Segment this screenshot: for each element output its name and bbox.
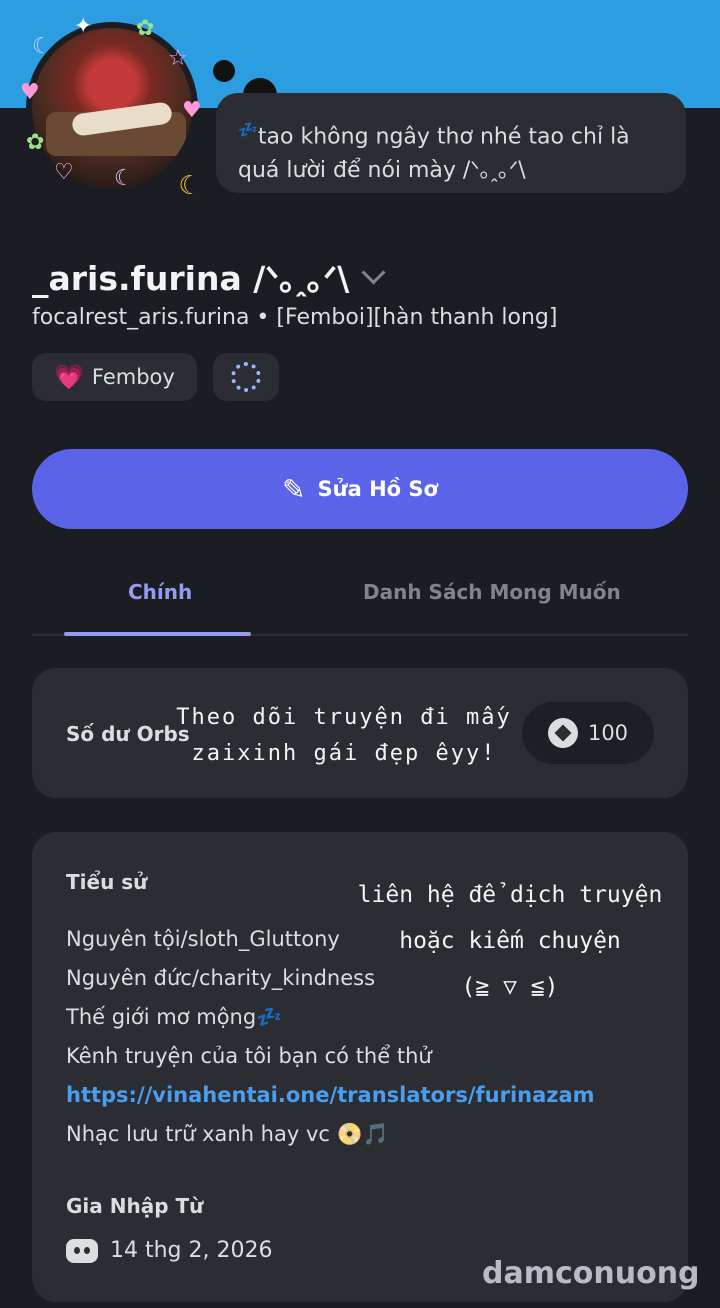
edit-profile-label: Sửa Hồ Sơ <box>317 477 438 501</box>
bio-line: Nhạc lưu trữ xanh hay vc 📀🎵 <box>66 1122 389 1146</box>
tab-wishlist[interactable]: Danh Sách Mong Muốn <box>363 580 621 604</box>
heart-icon: 💗 <box>54 363 84 391</box>
pencil-icon: ✎ <box>282 472 306 506</box>
joined-row: 14 thg 2, 2026 <box>66 1238 273 1263</box>
star-outline-deco-icon: ☆ <box>168 46 188 71</box>
bio-line: Nguyên đức/charity_kindness <box>66 966 376 990</box>
laurel-icon <box>230 362 261 392</box>
note-line: liên hệ để dịch truyện <box>357 882 663 908</box>
bio-line: Thế giới mơ mộng💤 <box>66 1005 283 1029</box>
orbs-balance: 100 <box>587 721 629 745</box>
bio-line: Nguyên tội/sloth_Gluttony <box>66 927 340 951</box>
bio-title: Tiểu sử <box>66 870 148 894</box>
bio-line: Kênh truyện của tôi bạn có thể thử <box>66 1044 432 1068</box>
avatar-container[interactable]: ☾ ✦ ✿ ☆ ♥ ♥ ✿ ♡ ☾ ☾ <box>18 14 212 208</box>
name-row[interactable]: _aris.furina /ᐠ｡ꞈ｡ᐟ\ <box>32 252 386 300</box>
orbs-handwritten-note: Theo dõi truyện đi mấy zaixinh gái đẹp ê… <box>176 705 512 766</box>
status-bubble[interactable]: 💤tao không ngây thơ nhé tao chỉ là quá l… <box>216 93 686 193</box>
moon-deco-icon: ☾ <box>32 34 52 59</box>
edit-profile-button[interactable]: ✎ Sửa Hồ Sơ <box>32 449 688 529</box>
star-deco-icon: ✦ <box>74 14 93 39</box>
orbs-balance-pill[interactable]: 100 <box>522 702 654 764</box>
moon-deco-icon: ☾ <box>114 166 134 191</box>
watermark: damconuong <box>482 1256 700 1291</box>
username-handle: focalrest_aris.furina • [Femboi][hàn tha… <box>32 305 558 330</box>
joined-date: 14 thg 2, 2026 <box>110 1238 273 1263</box>
moon-status-icon: ☾ <box>168 164 212 208</box>
status-text: tao không ngây thơ nhé tao chỉ là quá lư… <box>238 124 630 184</box>
chevron-down-icon[interactable] <box>361 259 386 285</box>
clover-deco-icon: ✿ <box>26 130 45 155</box>
display-name: _aris.furina /ᐠ｡ꞈ｡ᐟ\ <box>32 259 350 298</box>
bio-text: Nguyên tội/sloth_Gluttony Nguyên đức/cha… <box>66 920 595 1154</box>
orb-icon <box>547 718 578 748</box>
zzz-icon: 💤 <box>238 120 258 139</box>
orbs-card: Số dư Orbs Theo dõi truyện đi mấy zaixin… <box>32 668 688 798</box>
chip-label: Femboy <box>91 365 175 389</box>
heart-deco-icon: ♥ <box>20 80 40 105</box>
active-tab-indicator <box>64 632 251 636</box>
tab-main[interactable]: Chính <box>128 580 192 604</box>
orbs-label: Số dư Orbs <box>66 722 190 746</box>
joined-title: Gia Nhập Từ <box>66 1194 204 1218</box>
bio-card: Tiểu sử liên hệ để dịch truyện hoặc kiếm… <box>32 832 688 1302</box>
heart-deco-icon: ♥ <box>182 98 202 123</box>
profile-tabs: Chính Danh Sách Mong Muốn <box>32 572 688 636</box>
femboy-chip[interactable]: 💗 Femboy <box>32 353 197 401</box>
heart-outline-deco-icon: ♡ <box>54 160 74 185</box>
badge-row: 💗 Femboy <box>32 353 279 401</box>
translator-link[interactable]: https://vinahentai.one/translators/furin… <box>66 1076 595 1115</box>
bubble-dot <box>213 60 235 82</box>
laurel-badge[interactable] <box>212 353 279 401</box>
clover-deco-icon: ✿ <box>136 16 155 41</box>
discord-icon <box>66 1238 98 1263</box>
